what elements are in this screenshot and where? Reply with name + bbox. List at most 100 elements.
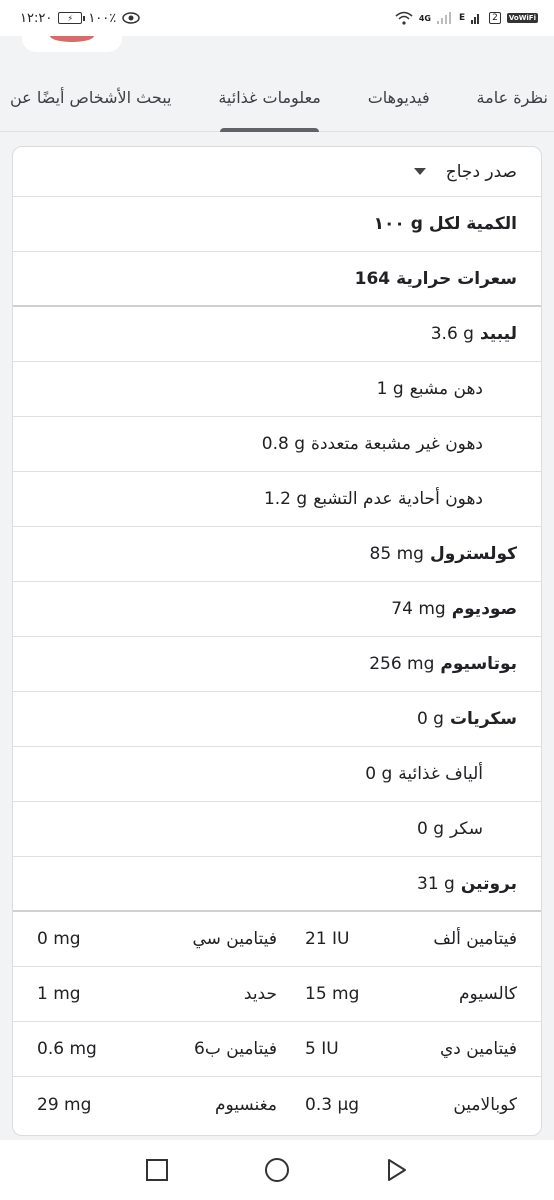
nutrient-row: ليبيد 3.6 g bbox=[13, 307, 541, 362]
back-triangle-icon bbox=[388, 1159, 406, 1181]
nutrition-card: صدر دجاج الكمية لكل ١٠٠ g سعرات حرارية 1… bbox=[12, 146, 542, 1136]
time: ١٢:٢٠ bbox=[20, 10, 53, 26]
battery-icon: ⚡ bbox=[58, 12, 86, 24]
nutrient-label: دهون أحادية عدم التشبع bbox=[313, 489, 483, 509]
tab-people-also-search[interactable]: يبحث الأشخاص أيضًا عن bbox=[10, 64, 171, 132]
vowifi-icon: VoWiFi bbox=[506, 13, 538, 23]
recents-button[interactable] bbox=[143, 1156, 171, 1184]
nutrient-label: صوديوم bbox=[451, 599, 517, 619]
vitamin-label: مغنسيوم bbox=[214, 1094, 277, 1115]
home-button[interactable] bbox=[263, 1156, 291, 1184]
vitamin-value: 5 IU bbox=[305, 1039, 339, 1059]
system-nav-bar bbox=[0, 1140, 554, 1200]
vitamin-label: فيتامين سي bbox=[192, 929, 277, 949]
calories-value: 164 bbox=[354, 268, 391, 289]
vitamin-value: 21 IU bbox=[305, 929, 350, 949]
nutrient-row: دهون أحادية عدم التشبع 1.2 g bbox=[13, 472, 541, 527]
eye-comfort-icon bbox=[122, 12, 140, 24]
nutrient-value: 74 mg bbox=[391, 599, 446, 619]
nutrient-row: دهن مشبع 1 g bbox=[13, 362, 541, 417]
nutrient-row: ألياف غذائية 0 g bbox=[13, 747, 541, 802]
header-strip bbox=[0, 36, 554, 64]
nutrient-label: سكريات bbox=[449, 709, 517, 729]
vitamin-row: فيتامين ألف 21 IU فيتامين سي 0 mg bbox=[13, 912, 541, 967]
food-image-content bbox=[50, 36, 94, 42]
vitamin-cell: فيتامين دي 5 IU bbox=[277, 1039, 517, 1059]
vitamin-row: كوبالامين 0.3 µg مغنسيوم 29 mg bbox=[13, 1077, 541, 1132]
nutrient-row: دهون غير مشبعة متعددة 0.8 g bbox=[13, 417, 541, 472]
nutrient-value: 0 g bbox=[416, 709, 444, 729]
vitamin-value: 29 mg bbox=[37, 1094, 92, 1115]
vitamin-label: كوبالامين bbox=[453, 1094, 517, 1115]
vitamin-label: فيتامين ألف bbox=[433, 929, 517, 949]
nutrient-label: ألياف غذائية bbox=[398, 764, 483, 784]
vitamin-value: 0.3 µg bbox=[305, 1094, 360, 1115]
nutrient-row: صوديوم 74 mg bbox=[13, 582, 541, 637]
nutrient-value: 1.2 g bbox=[263, 489, 308, 509]
vitamin-cell: كالسيوم 15 mg bbox=[277, 984, 517, 1004]
sim-icon: 2 bbox=[489, 12, 501, 24]
nutrient-row: كولسترول 85 mg bbox=[13, 527, 541, 582]
calories-label: سعرات حرارية bbox=[396, 268, 517, 289]
nutrient-label: دهن مشبع bbox=[409, 379, 483, 399]
battery-percent: ١٠٠٪ bbox=[88, 10, 117, 26]
nutrient-row: بوتاسيوم 256 mg bbox=[13, 637, 541, 692]
calories-row: سعرات حرارية 164 bbox=[13, 252, 541, 307]
nutrient-value: 256 mg bbox=[369, 654, 435, 674]
food-selector[interactable]: صدر دجاج bbox=[413, 161, 517, 182]
vitamin-value: 0 mg bbox=[37, 929, 81, 949]
nutrient-label: سكر bbox=[449, 819, 483, 839]
nutrient-value: 85 mg bbox=[369, 544, 424, 564]
vitamin-value: 15 mg bbox=[305, 984, 360, 1004]
nutrient-row: سكريات 0 g bbox=[13, 692, 541, 747]
tab-bar: نظرة عامة فيديوهات معلومات غذائية يبحث ا… bbox=[0, 64, 554, 132]
nutrient-value: 0 g bbox=[365, 764, 393, 784]
nutrient-label: ليبيد bbox=[479, 324, 517, 344]
food-image[interactable] bbox=[22, 36, 122, 52]
tab-videos[interactable]: فيديوهات bbox=[368, 64, 430, 132]
nutrient-value: 1 g bbox=[376, 379, 404, 399]
back-button[interactable] bbox=[383, 1156, 411, 1184]
nutrient-value: 0.8 g bbox=[261, 434, 306, 454]
nutrient-row: بروتين 31 g bbox=[13, 857, 541, 912]
nutrient-label: كولسترول bbox=[429, 544, 517, 564]
status-right: 4G E 2 VoWiFi bbox=[395, 11, 538, 25]
status-left: ١٢:٢٠ ⚡ ١٠٠٪ bbox=[20, 11, 140, 26]
vitamin-cell: كوبالامين 0.3 µg bbox=[277, 1095, 517, 1115]
nutrient-label: بوتاسيوم bbox=[440, 654, 517, 674]
nutrient-label: بروتين bbox=[460, 873, 517, 894]
nutrient-row: سكر 0 g bbox=[13, 802, 541, 857]
nutrient-value: 3.6 g bbox=[430, 324, 474, 344]
nutrient-value: 0 g bbox=[416, 819, 444, 839]
vitamin-value: 0.6 mg bbox=[37, 1039, 97, 1059]
wifi-icon bbox=[395, 11, 413, 25]
serving-label: الكمية لكل bbox=[428, 214, 517, 234]
vitamin-row: كالسيوم 15 mg حديد 1 mg bbox=[13, 967, 541, 1022]
serving-row: الكمية لكل ١٠٠ g bbox=[13, 197, 541, 252]
nutrient-value: 31 g bbox=[417, 873, 455, 894]
dropdown-caret-icon bbox=[413, 168, 426, 175]
network-4g: 4G bbox=[418, 13, 431, 23]
food-selector-label: صدر دجاج bbox=[445, 161, 517, 182]
vitamin-label: كالسيوم bbox=[458, 984, 517, 1004]
tab-nutrition[interactable]: معلومات غذائية bbox=[218, 64, 321, 132]
nutrient-label: دهون غير مشبعة متعددة bbox=[311, 434, 483, 454]
vitamin-value: 1 mg bbox=[37, 984, 81, 1004]
vitamin-row: فيتامين دي 5 IU فيتامين ب6 0.6 mg bbox=[13, 1022, 541, 1077]
tab-overview[interactable]: نظرة عامة bbox=[477, 64, 548, 132]
home-circle-icon bbox=[265, 1158, 289, 1182]
vitamin-cell: فيتامين سي 0 mg bbox=[37, 929, 277, 949]
recents-square-icon bbox=[146, 1159, 168, 1181]
vitamin-label: فيتامين دي bbox=[439, 1039, 517, 1059]
vitamin-label: حديد bbox=[243, 984, 277, 1004]
signal-icon-2 bbox=[471, 12, 483, 24]
serving-value: ١٠٠ g bbox=[373, 214, 423, 234]
vitamin-cell: مغنسيوم 29 mg bbox=[37, 1095, 277, 1115]
food-selector-row: صدر دجاج bbox=[13, 147, 541, 197]
status-bar: ١٢:٢٠ ⚡ ١٠٠٪ 4G E 2 VoWiFi bbox=[0, 0, 554, 36]
vitamin-cell: فيتامين ب6 0.6 mg bbox=[37, 1039, 277, 1059]
network-e: E bbox=[458, 13, 466, 23]
vitamin-label: فيتامين ب6 bbox=[194, 1039, 277, 1059]
vitamin-cell: حديد 1 mg bbox=[37, 984, 277, 1004]
signal-icon bbox=[436, 12, 453, 24]
